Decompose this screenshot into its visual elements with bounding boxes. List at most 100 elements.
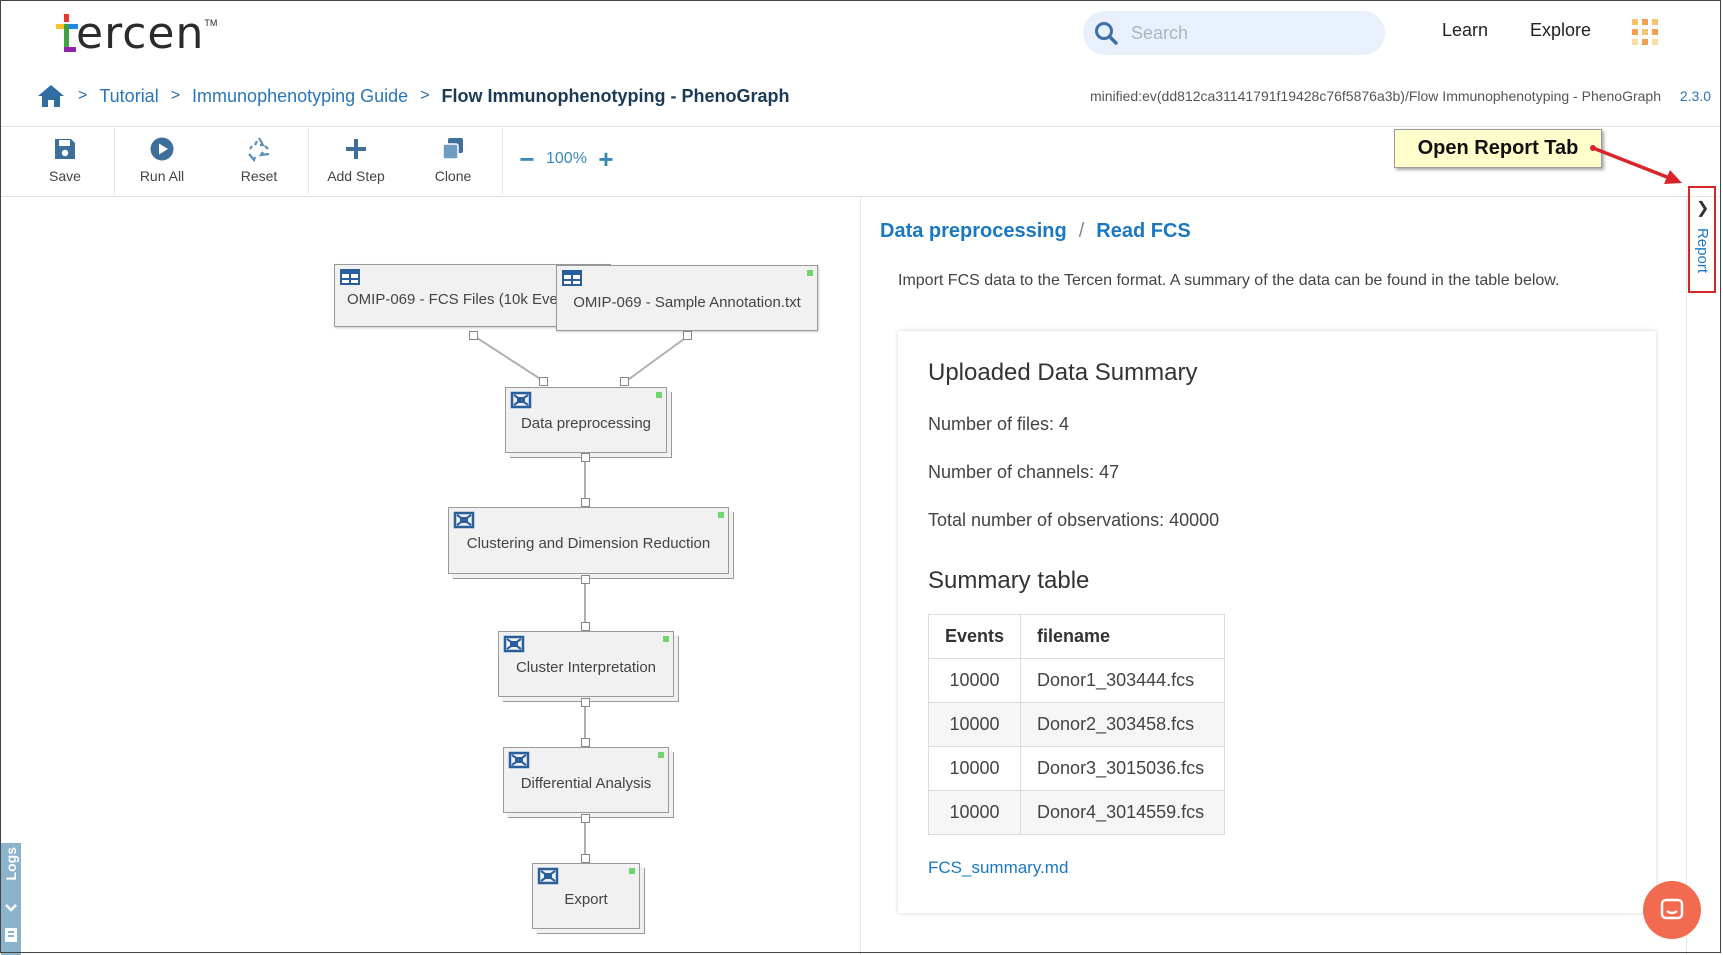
apps-grid-icon[interactable]	[1630, 17, 1660, 47]
reset-button[interactable]: Reset	[211, 136, 307, 190]
run-all-label: Run All	[139, 168, 185, 184]
node-label: OMIP-069 - Sample Annotation.txt	[573, 293, 801, 311]
node-label: Clustering and Dimension Reduction	[466, 535, 711, 552]
play-icon	[150, 137, 174, 161]
plus-icon	[346, 139, 366, 159]
report-crumb-data-preprocessing[interactable]: Data preprocessing	[880, 220, 1067, 243]
workflow-node-cluster-interpretation[interactable]: Cluster Interpretation	[498, 631, 674, 697]
input-port[interactable]	[581, 622, 590, 631]
report-tab-border	[1686, 197, 1687, 955]
chat-button[interactable]	[1643, 881, 1701, 939]
logo-text: ercen	[76, 8, 205, 59]
node-status-indicator	[718, 512, 724, 518]
zoom-level: 100%	[546, 150, 587, 167]
panel-divider[interactable]	[860, 197, 861, 955]
output-port[interactable]	[581, 575, 590, 584]
node-label: Data preprocessing	[520, 414, 652, 432]
zoom-in-button[interactable]: +	[595, 144, 617, 174]
workflow-node-differential-analysis[interactable]: Differential Analysis	[503, 747, 669, 813]
report-crumb-read-fcs[interactable]: Read FCS	[1096, 220, 1190, 243]
node-status-indicator	[663, 636, 669, 642]
table-cell-filename: Donor4_3014559.fcs	[1020, 790, 1226, 835]
column-header-filename: filename	[1020, 614, 1226, 659]
output-port[interactable]	[581, 698, 590, 707]
add-step-label: Add Step	[327, 168, 385, 184]
breadcrumb-separator: >	[170, 87, 181, 104]
step-icon	[510, 391, 532, 409]
step-icon	[537, 867, 559, 885]
table-row: 10000 Donor2_303458.fcs	[927, 702, 1226, 747]
clone-icon	[442, 138, 463, 160]
zoom-out-button[interactable]: −	[516, 144, 538, 174]
node-status-indicator	[656, 392, 662, 398]
input-port[interactable]	[539, 377, 548, 386]
summary-table: Events filename 10000 Donor1_303444.fcs …	[927, 614, 1226, 835]
summary-table-title: Summary table	[928, 567, 1090, 594]
output-port[interactable]	[469, 331, 478, 340]
node-status-indicator	[629, 868, 635, 874]
search-icon	[1095, 22, 1118, 45]
table-cell-filename: Donor1_303444.fcs	[1020, 658, 1226, 703]
run-all-button[interactable]: Run All	[114, 136, 210, 190]
table-cell-events: 10000	[927, 658, 1022, 703]
table-cell-events: 10000	[927, 702, 1022, 747]
reset-label: Reset	[240, 168, 278, 184]
input-port[interactable]	[620, 377, 629, 386]
table-cell-events: 10000	[927, 790, 1022, 835]
breadcrumb-immunophenotyping-guide[interactable]: Immunophenotyping Guide	[192, 86, 408, 107]
input-port[interactable]	[581, 854, 590, 863]
search-input[interactable]	[1129, 21, 1363, 45]
breadcrumb-tutorial[interactable]: Tutorial	[99, 86, 158, 107]
nav-explore[interactable]: Explore	[1530, 20, 1591, 41]
logo-trademark: TM	[204, 18, 218, 28]
chat-icon	[1660, 898, 1684, 920]
add-step-button[interactable]: Add Step	[308, 136, 404, 190]
table-header-row: Events filename	[927, 614, 1226, 659]
workflow-node-export[interactable]: Export	[532, 863, 640, 929]
save-button[interactable]: Save	[17, 136, 113, 190]
table-icon	[562, 270, 582, 286]
chevron-down-icon	[5, 904, 17, 912]
input-port[interactable]	[581, 738, 590, 747]
output-port[interactable]	[581, 453, 590, 462]
open-report-tab-callout: Open Report Tab	[1394, 129, 1602, 168]
node-status-indicator	[658, 752, 664, 758]
report-tab-label: Report	[1694, 228, 1711, 274]
step-icon	[503, 635, 525, 653]
report-title: Uploaded Data Summary	[928, 359, 1198, 386]
nav-learn[interactable]: Learn	[1442, 20, 1488, 41]
table-row: 10000 Donor1_303444.fcs	[927, 658, 1226, 703]
breadcrumb-separator: >	[78, 87, 88, 104]
toolbar-divider	[502, 128, 503, 194]
workflow-node-data-preprocessing[interactable]: Data preprocessing	[505, 387, 667, 453]
logs-icon	[5, 928, 17, 942]
input-port[interactable]	[581, 498, 590, 507]
table-cell-filename: Donor2_303458.fcs	[1020, 702, 1226, 747]
breadcrumb-separator: >	[420, 87, 430, 104]
stat-total-observations: Total number of observations: 40000	[928, 510, 1220, 530]
column-header-events: Events	[927, 614, 1022, 659]
table-cell-events: 10000	[927, 746, 1022, 791]
table-row: 10000 Donor3_3015036.fcs	[927, 746, 1226, 791]
logs-tab-label: Logs	[3, 847, 19, 881]
output-port[interactable]	[683, 331, 692, 340]
workflow-node-clustering[interactable]: Clustering and Dimension Reduction	[448, 507, 729, 574]
search-bar[interactable]	[1083, 11, 1385, 55]
report-tab-toggle[interactable]: ❯ Report	[1688, 186, 1716, 293]
logs-tab[interactable]: Logs	[1, 843, 21, 955]
workflow-node-sample-annotation[interactable]: OMIP-069 - Sample Annotation.txt	[556, 265, 818, 331]
clone-button[interactable]: Clone	[405, 136, 501, 190]
tercen-logo-mark	[56, 14, 78, 54]
header-divider	[0, 126, 1721, 127]
home-icon[interactable]	[36, 83, 66, 109]
tercen-logo[interactable]: ercen TM	[56, 10, 217, 58]
step-icon	[453, 511, 475, 529]
version-label[interactable]: 2.3.0	[1680, 88, 1711, 104]
workflow-canvas[interactable]: OMIP-069 - FCS Files (10k Even OMIP-069 …	[0, 197, 860, 955]
report-breadcrumb: Data preprocessing / Read FCS	[880, 220, 1191, 243]
output-port[interactable]	[581, 814, 590, 823]
fcs-summary-link[interactable]: FCS_summary.md	[928, 858, 1068, 878]
save-icon	[55, 139, 75, 159]
stat-number-of-files: Number of files: 4	[928, 414, 1070, 434]
node-label: OMIP-069 - FCS Files (10k Even	[347, 291, 567, 308]
